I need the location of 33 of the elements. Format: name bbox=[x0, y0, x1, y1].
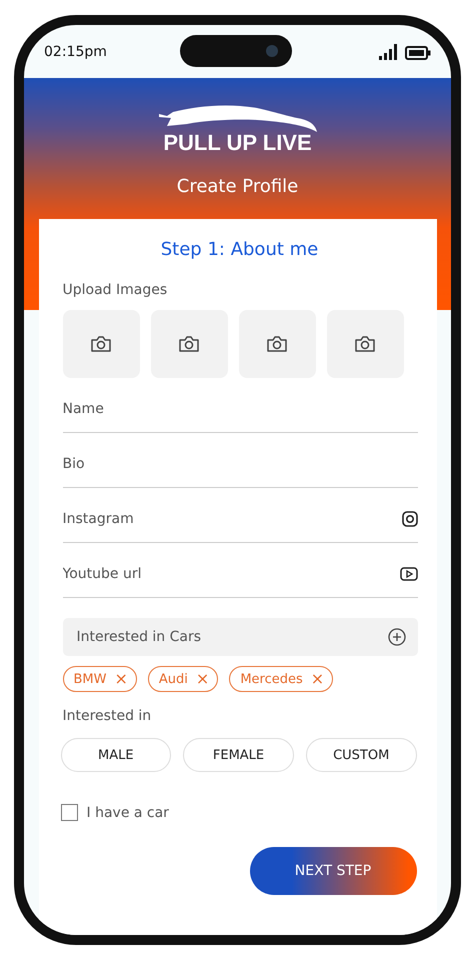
interested-label: Interested in bbox=[62, 708, 152, 724]
image-upload-slot[interactable] bbox=[326, 310, 404, 378]
next-step-button[interactable]: NEXT STEP bbox=[250, 847, 416, 895]
brand-name: PULL UP LIVE bbox=[163, 130, 312, 156]
image-upload-slot[interactable] bbox=[62, 310, 140, 378]
camera-icon bbox=[354, 335, 376, 353]
text-field[interactable]: Name bbox=[62, 394, 418, 424]
camera-icon bbox=[90, 335, 112, 353]
instagram-icon bbox=[402, 511, 418, 527]
tag-label: Audi bbox=[158, 672, 188, 686]
tag-label: Mercedes bbox=[240, 672, 303, 686]
step-title: Step 1: About me bbox=[160, 239, 320, 260]
add-icon[interactable] bbox=[388, 628, 406, 646]
upload-label: Upload Images bbox=[62, 282, 168, 298]
gender-option[interactable]: MALE bbox=[60, 738, 172, 772]
text-field[interactable]: Youtube url bbox=[62, 559, 400, 589]
text-field[interactable]: Instagram bbox=[62, 504, 402, 534]
gender-option[interactable]: CUSTOM bbox=[306, 738, 417, 772]
tag-label: BMW bbox=[74, 672, 106, 686]
checkbox-label: I have a car bbox=[86, 804, 169, 820]
battery-icon bbox=[405, 46, 431, 60]
car-logo-icon bbox=[156, 104, 318, 134]
camera-icon bbox=[178, 335, 200, 353]
checkbox[interactable] bbox=[60, 804, 78, 821]
text-field[interactable]: Bio bbox=[62, 449, 418, 479]
gender-option[interactable]: FEMALE bbox=[183, 738, 294, 772]
page-title: Create Profile bbox=[176, 176, 298, 197]
image-upload-slot[interactable] bbox=[238, 310, 316, 378]
camera-icon bbox=[266, 335, 288, 353]
status-time: 02:15pm bbox=[44, 44, 107, 60]
image-upload-slot[interactable] bbox=[150, 310, 228, 378]
cars-field[interactable]: Interested in Cars bbox=[62, 618, 418, 656]
play-icon bbox=[400, 567, 418, 581]
